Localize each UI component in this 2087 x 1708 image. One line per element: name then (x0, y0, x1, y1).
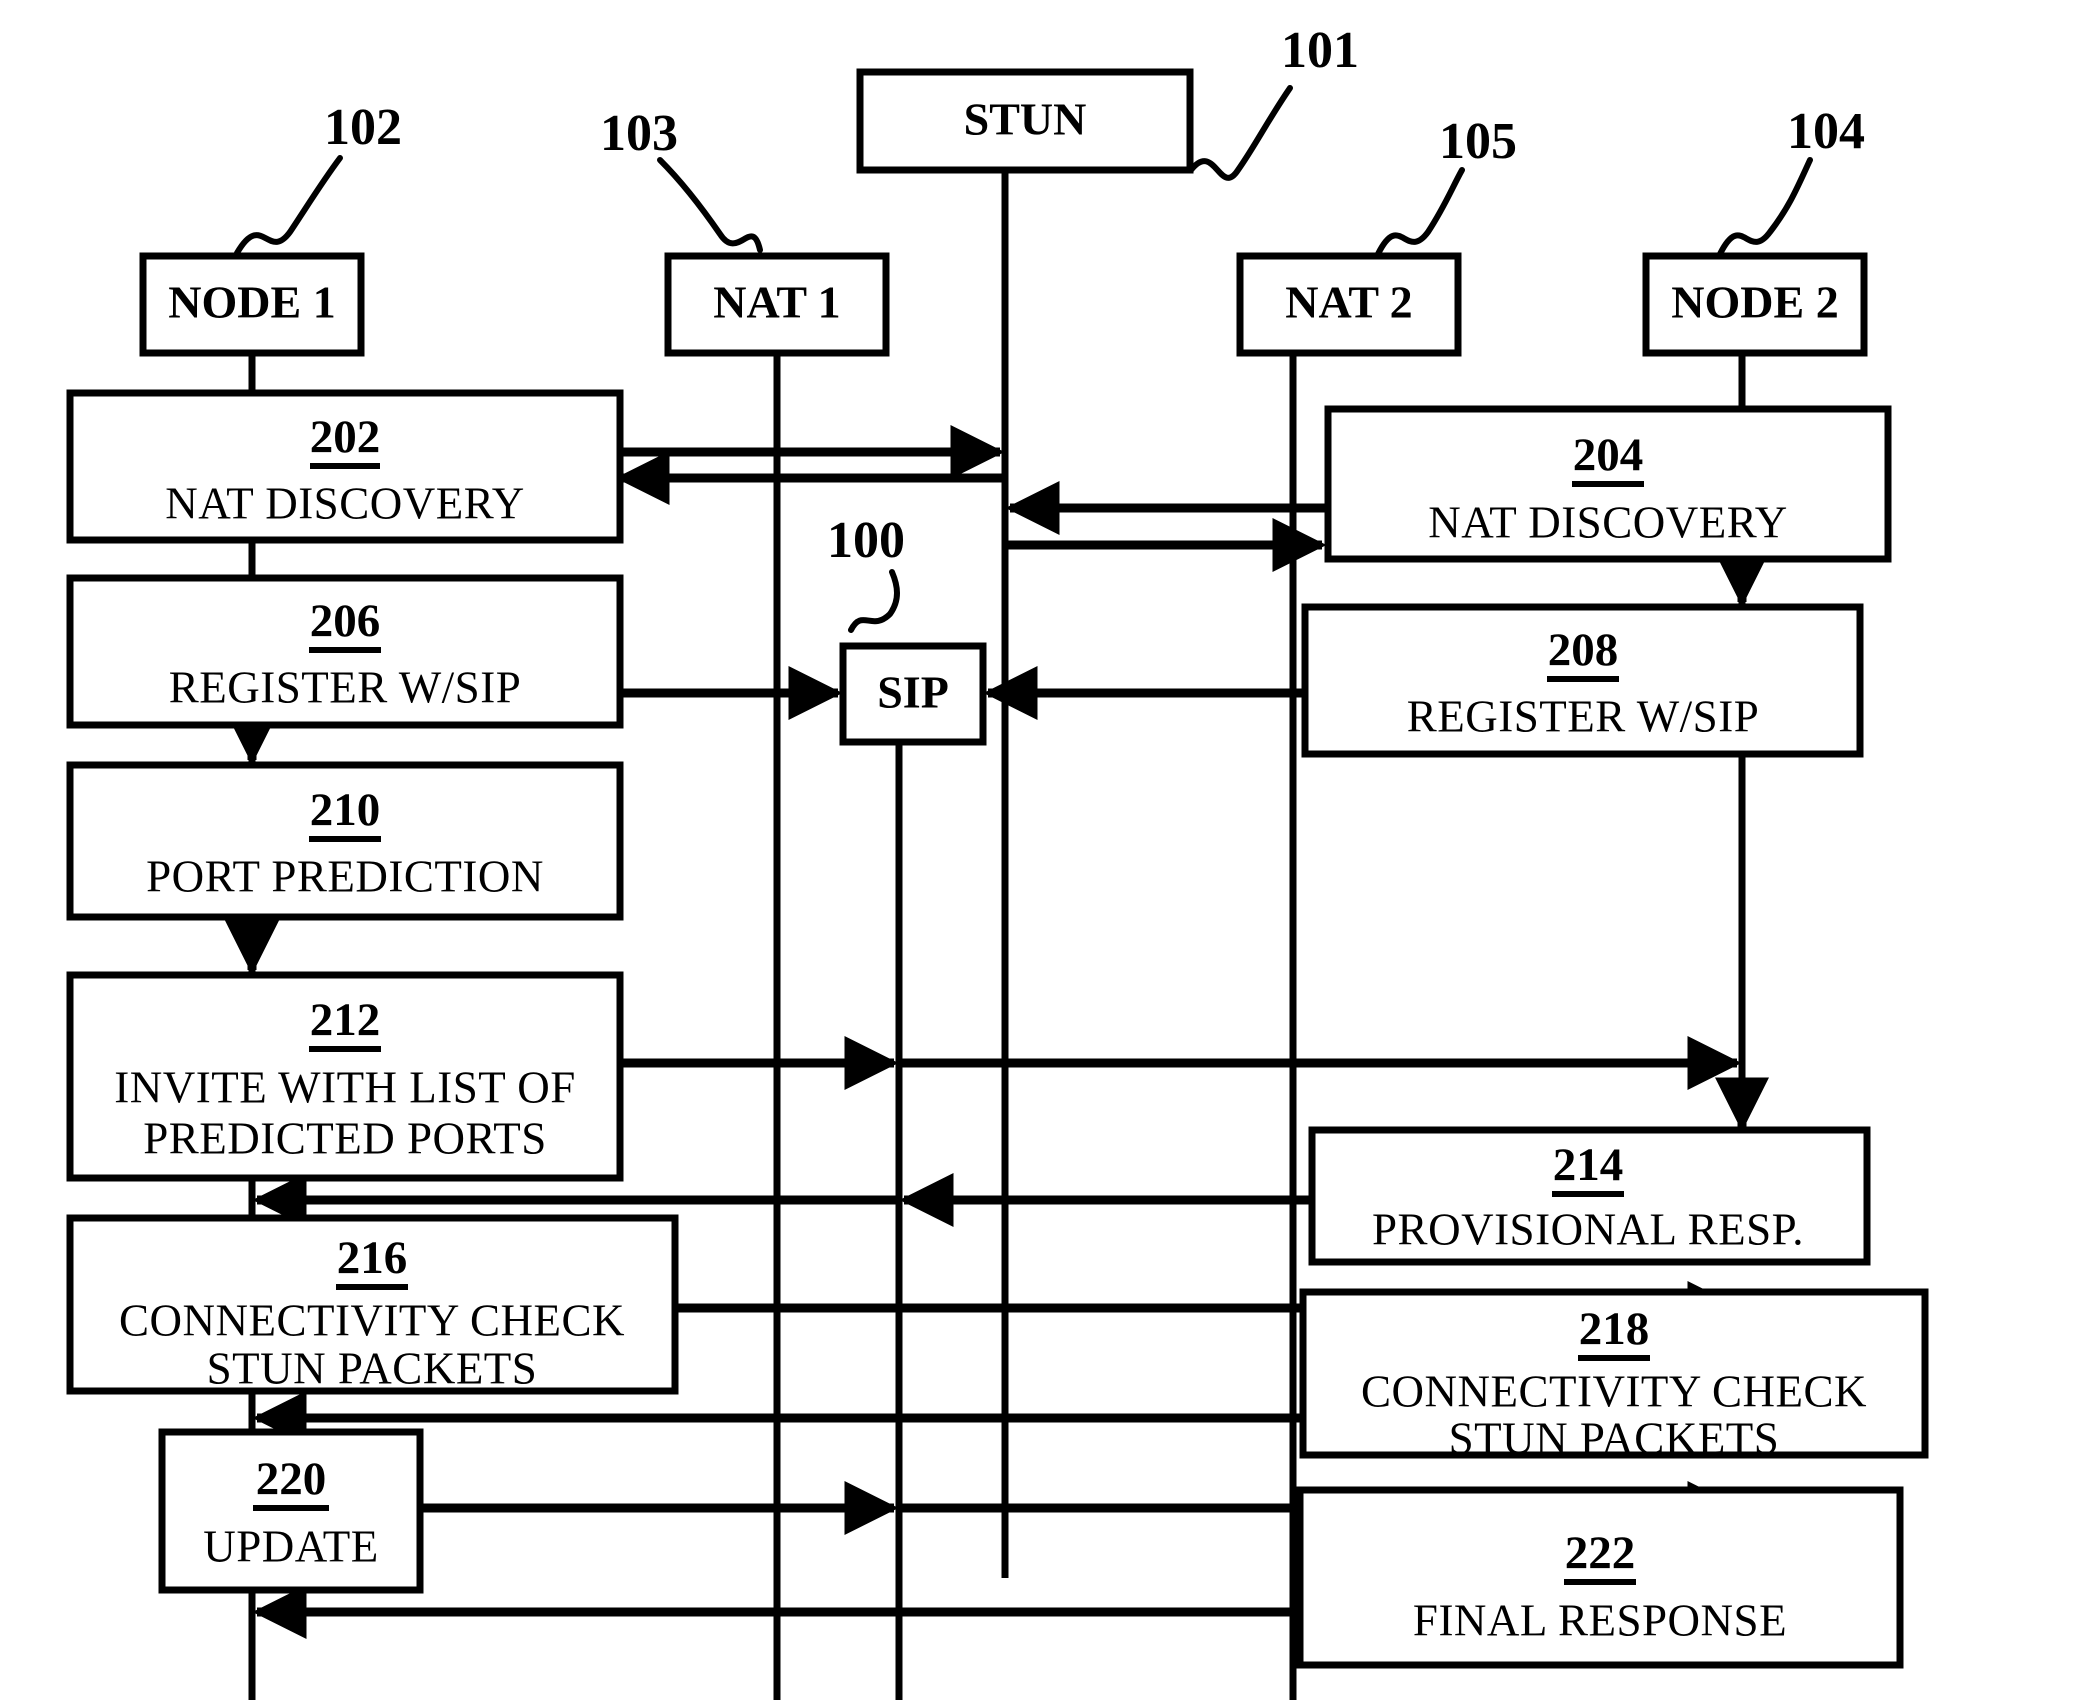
step-220-number: 220 (256, 1453, 327, 1505)
step-208-number: 208 (1548, 624, 1619, 676)
step-222[interactable]: 222 FINAL RESPONSE (1296, 1486, 1904, 1669)
leader-103 (657, 157, 763, 253)
step-212[interactable]: 212 INVITE WITH LIST OF PREDICTED PORTS (66, 971, 624, 1182)
step-210-line-1: PORT PREDICTION (146, 851, 544, 901)
step-222-line-1: FINAL RESPONSE (1413, 1595, 1787, 1645)
leader-102 (234, 155, 343, 256)
step-210-number: 210 (310, 784, 381, 836)
node2-box[interactable]: NODE 2 (1642, 252, 1868, 357)
patent-figure: STUN NODE 1 NAT 1 NAT 2 NODE 2 SIP 202 N… (0, 0, 2087, 1708)
stun-box-label: STUN (964, 94, 1087, 145)
step-216-number: 216 (337, 1232, 408, 1284)
leader-105 (1375, 167, 1465, 257)
step-212-number: 212 (310, 994, 381, 1046)
step-208[interactable]: 208 REGISTER W/SIP (1301, 603, 1864, 758)
leader-101 (1188, 85, 1293, 181)
callout-101: 101 (1281, 22, 1359, 79)
step-206-number: 206 (310, 595, 381, 647)
step-212-line-1: INVITE WITH LIST OF (114, 1062, 576, 1112)
step-214[interactable]: 214 PROVISIONAL RESP. (1308, 1126, 1871, 1266)
step-210[interactable]: 210 PORT PREDICTION (66, 761, 624, 921)
step-216[interactable]: 216 CONNECTIVITY CHECK STUN PACKETS (66, 1214, 679, 1395)
step-220[interactable]: 220 UPDATE (158, 1428, 424, 1594)
callout-104: 104 (1787, 103, 1865, 160)
node2-box-label: NODE 2 (1671, 277, 1838, 328)
step-220-line-1: UPDATE (203, 1521, 379, 1571)
callout-105: 105 (1439, 113, 1517, 170)
nat1-box[interactable]: NAT 1 (664, 252, 890, 357)
step-202-number: 202 (310, 411, 381, 463)
node1-box[interactable]: NODE 1 (139, 252, 365, 357)
nat1-box-label: NAT 1 (713, 277, 840, 328)
leader-100 (848, 569, 900, 633)
node1-box-label: NODE 1 (168, 277, 335, 328)
nat2-box[interactable]: NAT 2 (1236, 252, 1462, 357)
step-206-line-1: REGISTER W/SIP (169, 662, 521, 712)
callout-100: 100 (827, 512, 905, 569)
step-206[interactable]: 206 REGISTER W/SIP (66, 574, 624, 729)
step-218[interactable]: 218 CONNECTIVITY CHECK STUN PACKETS (1299, 1288, 1929, 1463)
step-214-line-1: PROVISIONAL RESP. (1372, 1204, 1804, 1254)
stun-box[interactable]: STUN (856, 68, 1194, 174)
sip-box[interactable]: SIP (839, 642, 987, 746)
leader-104 (1717, 157, 1813, 257)
step-212-line-2: PREDICTED PORTS (143, 1113, 547, 1163)
step-boxes: 202 NAT DISCOVERY 204 NAT DISCOVERY 206 … (66, 389, 1929, 1669)
step-216-line-1: CONNECTIVITY CHECK (119, 1295, 625, 1345)
callout-102: 102 (324, 99, 402, 156)
sip-box-label: SIP (877, 667, 949, 718)
step-222-number: 222 (1565, 1527, 1636, 1579)
step-202-line-1: NAT DISCOVERY (165, 478, 524, 528)
nat2-box-label: NAT 2 (1285, 277, 1412, 328)
step-204-number: 204 (1573, 429, 1644, 481)
step-204[interactable]: 204 NAT DISCOVERY (1324, 405, 1892, 563)
step-204-line-1: NAT DISCOVERY (1428, 497, 1787, 547)
step-214-number: 214 (1553, 1139, 1624, 1191)
diagram-canvas: STUN NODE 1 NAT 1 NAT 2 NODE 2 SIP 202 N… (66, 22, 1929, 1700)
step-208-line-1: REGISTER W/SIP (1407, 691, 1759, 741)
step-218-number: 218 (1579, 1303, 1650, 1355)
step-202[interactable]: 202 NAT DISCOVERY (66, 389, 624, 544)
step-218-line-1: CONNECTIVITY CHECK (1361, 1366, 1867, 1416)
step-218-line-2: STUN PACKETS (1449, 1413, 1780, 1463)
callout-103: 103 (600, 105, 678, 162)
step-216-line-2: STUN PACKETS (207, 1343, 538, 1393)
